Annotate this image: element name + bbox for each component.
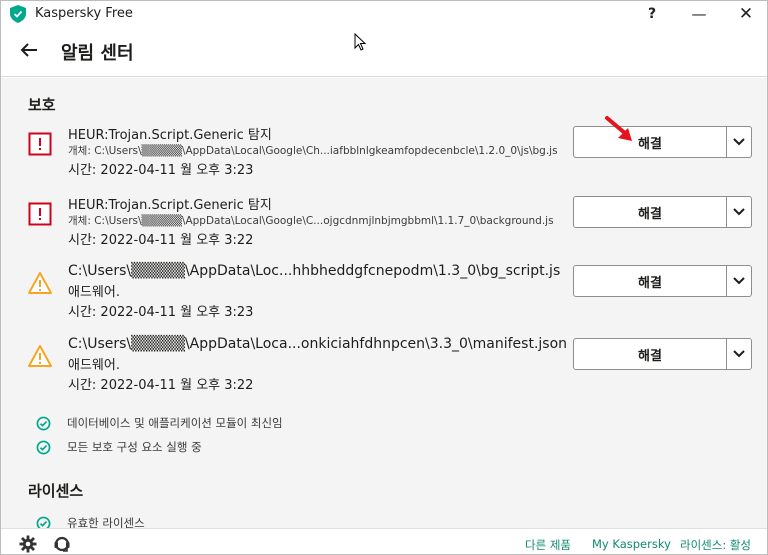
resolve-split-button: 해결 <box>573 126 752 158</box>
back-arrow-icon[interactable] <box>17 38 41 62</box>
resolve-button[interactable]: 해결 <box>574 197 727 227</box>
threat-item: HEUR:Trojan.Script.Generic 탐지 개체: C:\Use… <box>1 124 767 194</box>
resolve-options-dropdown[interactable] <box>727 266 751 296</box>
threat-time: 시간: 2022-04-11 월 오후 3:23 <box>68 163 254 178</box>
resolve-options-dropdown[interactable] <box>727 339 751 369</box>
check-circle-icon <box>36 416 51 430</box>
status-text: 유효한 라이센스 <box>67 516 145 528</box>
close-button[interactable]: ✕ <box>723 1 768 27</box>
license-status: 유효한 라이센스 <box>36 514 145 528</box>
threat-time: 시간: 2022-04-11 월 오후 3:22 <box>68 233 254 248</box>
threat-item: C:\Users\▒▒▒▒▒\AppData\Loca...onkiciahfd… <box>1 336 767 406</box>
warning-icon <box>28 272 52 294</box>
status-text: 모든 보호 구성 요소 실행 중 <box>67 440 202 454</box>
my-kaspersky-link[interactable]: My Kaspersky <box>592 537 671 551</box>
threat-object-path: 개체: C:\Users\▒▒▒▒▒\AppData\Local\Google\… <box>68 145 558 157</box>
resolve-split-button: 해결 <box>573 196 752 228</box>
annotation-arrow-icon <box>605 116 632 141</box>
warning-icon <box>28 345 52 367</box>
threat-name: HEUR:Trojan.Script.Generic 탐지 <box>68 198 272 213</box>
threat-object-path: 개체: C:\Users\▒▒▒▒▒\AppData\Local\Google\… <box>68 215 554 227</box>
help-button[interactable]: ? <box>629 1 675 27</box>
check-circle-icon <box>36 516 51 528</box>
chevron-down-icon <box>733 138 745 146</box>
components-status: 모든 보호 구성 요소 실행 중 <box>36 438 202 456</box>
page-header: 알림 센터 <box>1 27 767 77</box>
page-title: 알림 센터 <box>61 43 134 64</box>
chevron-down-icon <box>733 277 745 285</box>
resolve-split-button: 해결 <box>573 265 752 297</box>
title-bar: Kaspersky Free ? — ✕ <box>1 1 767 27</box>
gear-icon[interactable] <box>19 535 37 553</box>
threat-time: 시간: 2022-04-11 월 오후 3:22 <box>68 378 254 393</box>
danger-icon <box>28 132 52 156</box>
kaspersky-shield-icon <box>10 5 26 23</box>
minimize-button[interactable]: — <box>676 1 722 27</box>
resolve-options-dropdown[interactable] <box>727 127 751 157</box>
threat-name: C:\Users\▒▒▒▒▒\AppData\Loc...hhbheddgfcn… <box>68 263 561 279</box>
status-text: 데이터베이스 및 애플리케이션 모듈이 최신임 <box>67 416 283 430</box>
threat-type: 애드웨어. <box>68 285 120 300</box>
check-circle-icon <box>36 440 51 454</box>
mouse-cursor-icon <box>354 33 367 51</box>
threat-name: HEUR:Trojan.Script.Generic 탐지 <box>68 128 272 143</box>
license-status-link[interactable]: 라이센스: 활성 <box>680 537 751 553</box>
app-title: Kaspersky Free <box>35 6 133 21</box>
protection-heading: 보호 <box>28 96 56 114</box>
threat-name: C:\Users\▒▒▒▒▒\AppData\Loca...onkiciahfd… <box>68 336 568 352</box>
resolve-button[interactable]: 해결 <box>574 127 727 157</box>
support-headset-icon[interactable] <box>53 535 71 553</box>
database-status: 데이터베이스 및 애플리케이션 모듈이 최신임 <box>36 414 283 432</box>
notification-list[interactable]: 보호 HEUR:Trojan.Script.Generic 탐지 개체: C:\… <box>1 78 767 528</box>
threat-item: C:\Users\▒▒▒▒▒\AppData\Loc...hhbheddgfcn… <box>1 263 767 333</box>
footer-bar: 다른 제품 My Kaspersky 라이센스: 활성 <box>1 528 767 554</box>
other-products-link[interactable]: 다른 제품 <box>525 537 571 553</box>
resolve-options-dropdown[interactable] <box>727 197 751 227</box>
resolve-split-button: 해결 <box>573 338 752 370</box>
chevron-down-icon <box>733 208 745 216</box>
resolve-button[interactable]: 해결 <box>574 339 727 369</box>
chevron-down-icon <box>733 350 745 358</box>
threat-type: 애드웨어. <box>68 358 120 373</box>
license-heading: 라이센스 <box>28 482 84 500</box>
resolve-button[interactable]: 해결 <box>574 266 727 296</box>
threat-time: 시간: 2022-04-11 월 오후 3:23 <box>68 305 254 320</box>
danger-icon <box>28 202 52 226</box>
threat-item: HEUR:Trojan.Script.Generic 탐지 개체: C:\Use… <box>1 194 767 264</box>
